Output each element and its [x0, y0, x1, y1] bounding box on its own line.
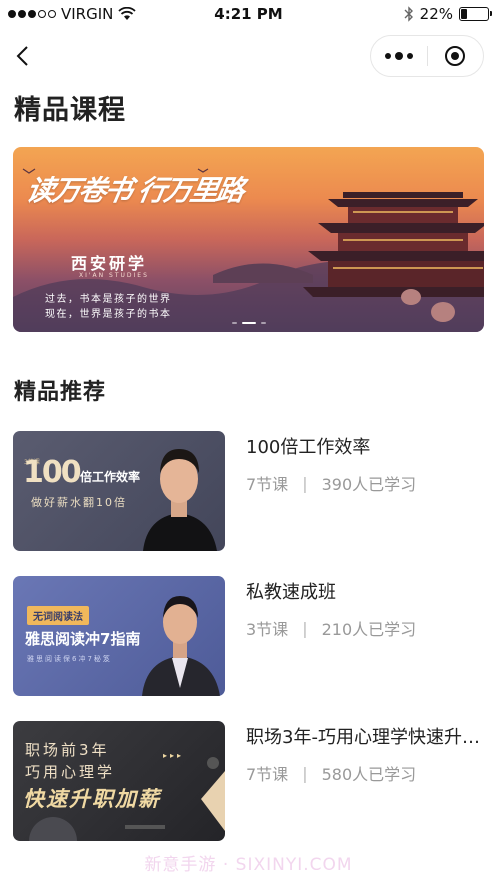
course-learners: 390人已学习 [321, 475, 417, 494]
carousel-indicator [13, 322, 484, 324]
carousel-dot[interactable] [241, 322, 256, 324]
course-meta: 7节课 | 390人已学习 [246, 471, 416, 495]
course-meta: 7节课 | 580人已学习 [246, 761, 416, 785]
course-thumbnail: 3节课 100 倍工作效率 做好薪水翻10倍 [13, 431, 225, 551]
thumb-tag: 无词阅读法 [27, 606, 89, 625]
thumb-line-2: 雅思阅读保6冲7秘笈 [27, 655, 112, 663]
status-right: 22% [404, 5, 492, 23]
battery-icon [459, 7, 492, 21]
back-button[interactable] [8, 40, 36, 72]
bluetooth-icon [404, 6, 413, 22]
banner-brand-sub: XI'AN STUDIES [79, 272, 149, 279]
course-title: 100倍工作效率 [246, 437, 371, 458]
course-learners: 210人已学习 [321, 620, 417, 639]
meta-divider: | [302, 618, 308, 638]
instructor-photo [142, 596, 220, 696]
more-button[interactable] [371, 36, 427, 76]
banner-carousel[interactable]: 读万卷书 行万里路 西安研学 XI'AN STUDIES 过去，书本是孩子的世界… [13, 147, 484, 332]
close-mini-program-button[interactable] [428, 36, 484, 76]
course-title: 职场3年-巧用心理学快速升职加薪 [246, 727, 486, 748]
course-card[interactable]: 无词阅读法 雅思阅读冲7指南 雅思阅读保6冲7秘笈 私教速成班 3节课 | 21… [13, 576, 484, 696]
chevron-left-icon [16, 46, 28, 66]
course-card[interactable]: 职场前3年 巧用心理学 快速升职加薪 ▸▸▸ 职场3年-巧用心理学快速升职加薪 … [13, 721, 486, 841]
course-lessons: 7节课 [246, 765, 289, 784]
meta-divider: | [302, 763, 308, 783]
thumb-line-2: 做好薪水翻10倍 [31, 496, 127, 509]
thumb-line-1: 倍工作效率 [80, 470, 141, 484]
thumb-line-1: 雅思阅读冲7指南 [25, 630, 141, 648]
banner-brand: 西安研学 [71, 254, 148, 273]
status-bar: VIRGIN 4:21 PM 22% [0, 0, 497, 30]
thumb-decoration [29, 757, 225, 841]
instructor-photo [143, 449, 217, 551]
course-title: 私教速成班 [246, 582, 336, 603]
battery-percent: 22% [419, 5, 453, 23]
mini-program-capsule [370, 35, 484, 77]
page-title: 精品课程 [14, 95, 126, 126]
course-thumbnail: 无词阅读法 雅思阅读冲7指南 雅思阅读保6冲7秘笈 [13, 576, 225, 696]
meta-divider: | [302, 473, 308, 493]
battery-fill [461, 9, 467, 19]
course-learners: 580人已学习 [321, 765, 417, 784]
course-lessons: 3节课 [246, 620, 289, 639]
banner-line-1: 过去，书本是孩子的世界 [45, 294, 172, 305]
target-icon [445, 46, 466, 66]
carousel-dot[interactable] [231, 322, 237, 324]
banner-line-2: 现在，世界是孩子的书本 [45, 309, 172, 320]
course-meta: 3节课 | 210人已学习 [246, 616, 416, 640]
course-thumbnail: 职场前3年 巧用心理学 快速升职加薪 ▸▸▸ [13, 721, 225, 841]
section-title: 精品推荐 [14, 380, 107, 405]
watermark: 新意手游 · SIXINYI.COM [144, 855, 353, 875]
course-card[interactable]: 3节课 100 倍工作效率 做好薪水翻10倍 100倍工作效率 7节课 | 39… [13, 431, 484, 551]
course-lessons: 7节课 [246, 475, 289, 494]
banner-calligraphy: 读万卷书 行万里路 [23, 174, 246, 207]
carousel-dot[interactable] [260, 322, 266, 324]
thumb-big-number: 100 [23, 455, 82, 490]
